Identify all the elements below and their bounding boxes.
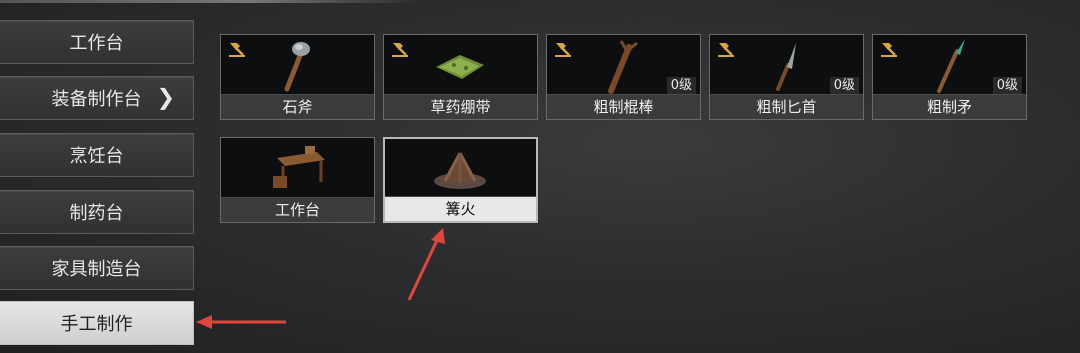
- hammer-icon: [392, 43, 408, 57]
- recipe-label: 粗制匕首: [710, 94, 863, 119]
- sidebar-item-label: 装备制作台: [51, 89, 142, 110]
- hammer-icon: [718, 43, 734, 57]
- level-badge: 0级: [829, 77, 859, 95]
- recipe-card-stone-axe[interactable]: 石斧: [220, 34, 375, 120]
- sidebar-item-handcraft[interactable]: 手工制作: [0, 301, 194, 345]
- hammer-icon: [881, 43, 897, 57]
- recipe-card-workbench[interactable]: 工作台: [220, 137, 375, 223]
- recipe-label: 草药绷带: [384, 94, 537, 119]
- sidebar-item-cooking-bench[interactable]: 烹饪台: [0, 133, 194, 177]
- sidebar-item-label: 手工制作: [60, 314, 133, 335]
- campfire-icon: [385, 139, 536, 199]
- recipe-label: 工作台: [221, 197, 374, 222]
- hammer-icon: [229, 43, 245, 57]
- recipe-label: 粗制矛: [873, 94, 1026, 119]
- sidebar-item-equipment-bench[interactable]: 装备制作台 ❯: [0, 76, 194, 120]
- recipe-card-campfire[interactable]: 篝火: [383, 137, 538, 223]
- recipe-card-crude-club[interactable]: 0级 粗制棍棒: [546, 34, 701, 120]
- sidebar-item-label: 家具制造台: [51, 259, 142, 280]
- recipe-label: 石斧: [221, 94, 374, 119]
- recipe-card-crude-spear[interactable]: 0级 粗制矛: [872, 34, 1027, 120]
- recipe-label: 粗制棍棒: [547, 94, 700, 119]
- level-badge: 0级: [666, 77, 696, 95]
- annotation-arrow-icon: [196, 315, 286, 329]
- sidebar-item-label: 工作台: [69, 33, 124, 54]
- recipe-label: 篝火: [385, 196, 536, 221]
- level-badge: 0级: [992, 77, 1022, 95]
- sidebar-item-pharmacy-bench[interactable]: 制药台: [0, 190, 194, 234]
- sidebar-item-label: 制药台: [69, 203, 124, 224]
- top-divider: [0, 0, 420, 3]
- sidebar-item-furniture-bench[interactable]: 家具制造台: [0, 246, 194, 290]
- annotation-arrow-icon: [407, 228, 445, 301]
- chevron-right-icon: ❯: [156, 85, 175, 111]
- sidebar-item-workbench[interactable]: 工作台: [0, 20, 194, 64]
- recipe-card-crude-dagger[interactable]: 0级 粗制匕首: [709, 34, 864, 120]
- sidebar-item-label: 烹饪台: [69, 146, 124, 167]
- recipe-card-herbal-bandage[interactable]: 草药绷带: [383, 34, 538, 120]
- hammer-icon: [555, 43, 571, 57]
- workbench-icon: [221, 138, 374, 198]
